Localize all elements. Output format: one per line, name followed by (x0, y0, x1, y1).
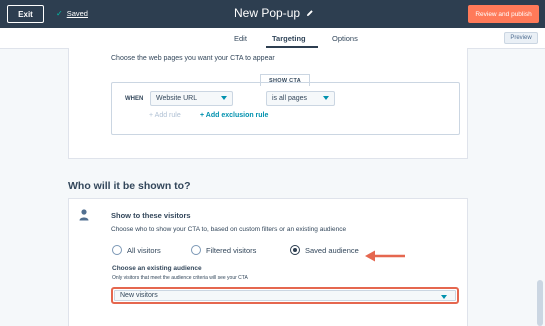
scrollbar[interactable] (537, 280, 543, 326)
saved-link[interactable]: Saved (67, 9, 88, 18)
page-title: New Pop-up (234, 6, 314, 20)
chevron-down-icon (221, 96, 227, 100)
audience-card: Show to these visitors Choose who to sho… (68, 198, 468, 326)
person-icon (79, 209, 89, 221)
condition-dropdown[interactable]: is all pages (266, 91, 335, 106)
radio-all-visitors[interactable]: All visitors (112, 245, 161, 255)
title-text: New Pop-up (234, 6, 301, 20)
preview-button[interactable]: Preview (504, 32, 538, 44)
tab-options[interactable]: Options (332, 34, 358, 43)
radio-label: Saved audience (305, 245, 359, 255)
pages-card: Choose the web pages you want your CTA t… (68, 48, 468, 159)
radio-circle-selected[interactable] (290, 245, 300, 255)
check-icon: ✓ (56, 9, 63, 18)
add-rule-button[interactable]: + Add rule (149, 112, 181, 119)
audience-dropdown-value: New visitors (120, 292, 158, 299)
rule-box: WHEN Website URL is all pages + Add rule… (111, 82, 460, 135)
exit-button[interactable]: Exit (7, 5, 44, 23)
saved-status: ✓ Saved (56, 9, 88, 18)
top-bar: Exit ✓ Saved New Pop-up Review and publi… (0, 0, 545, 28)
tab-edit[interactable]: Edit (234, 34, 247, 43)
pages-description: Choose the web pages you want your CTA t… (111, 55, 275, 62)
url-dropdown[interactable]: Website URL (150, 91, 233, 106)
audience-dropdown-field[interactable]: New visitors (114, 290, 456, 301)
audience-dropdown[interactable]: New visitors (111, 287, 459, 304)
when-label: WHEN (125, 96, 144, 102)
add-exclusion-rule-button[interactable]: + Add exclusion rule (200, 112, 268, 119)
radio-circle[interactable] (191, 245, 201, 255)
radio-circle[interactable] (112, 245, 122, 255)
radio-label: All visitors (127, 245, 161, 255)
url-dropdown-value: Website URL (156, 95, 198, 102)
tab-bar: Edit Targeting Options Preview (0, 28, 545, 49)
condition-dropdown-value: is all pages (272, 95, 308, 102)
chevron-down-icon (323, 96, 329, 100)
pencil-icon[interactable] (306, 9, 314, 17)
tab-targeting[interactable]: Targeting (272, 34, 306, 43)
chevron-down-icon (441, 295, 447, 299)
arrow-left-icon (365, 250, 405, 262)
existing-audience-label: Choose an existing audience (112, 265, 202, 272)
audience-section-heading: Who will it be shown to? (68, 180, 191, 192)
radio-filtered-visitors[interactable]: Filtered visitors (191, 245, 256, 255)
card-description: Choose who to show your CTA to, based on… (111, 226, 347, 233)
review-and-publish-button[interactable]: Review and publish (468, 5, 539, 23)
radio-label: Filtered visitors (206, 245, 257, 255)
card-title: Show to these visitors (111, 211, 191, 220)
existing-audience-note: Only visitors that meet the audience cri… (112, 275, 248, 281)
radio-saved-audience[interactable]: Saved audience (290, 245, 359, 255)
